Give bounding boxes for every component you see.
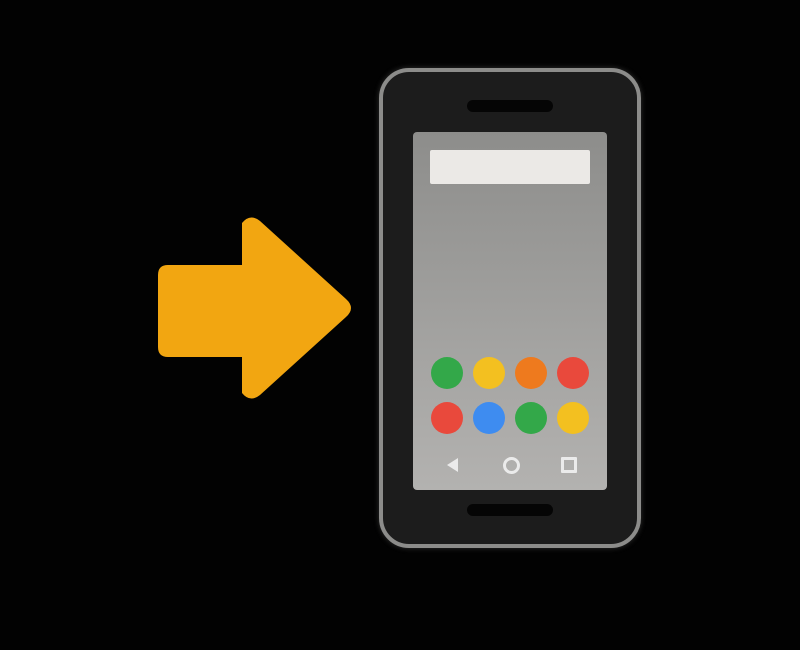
recents-nav-icon [561,457,577,473]
phone-screen [413,132,607,490]
back-nav-icon [447,458,458,472]
app-icon-dot [557,402,589,434]
app-icon-dot [473,357,505,389]
earpiece-speaker [467,100,553,112]
home-nav-icon [503,457,520,474]
app-icon-dot [431,402,463,434]
arrow-right-icon [158,217,351,399]
app-icon-dot [473,402,505,434]
bottom-speaker [467,504,553,516]
app-icon-dot [515,402,547,434]
app-icon-dot [557,357,589,389]
mobile-phone-icon [379,68,641,548]
app-icon-dot [515,357,547,389]
search-bar [430,150,590,184]
app-icon-dot [431,357,463,389]
arrow-shape [158,217,351,399]
emoji-canvas [0,0,800,650]
